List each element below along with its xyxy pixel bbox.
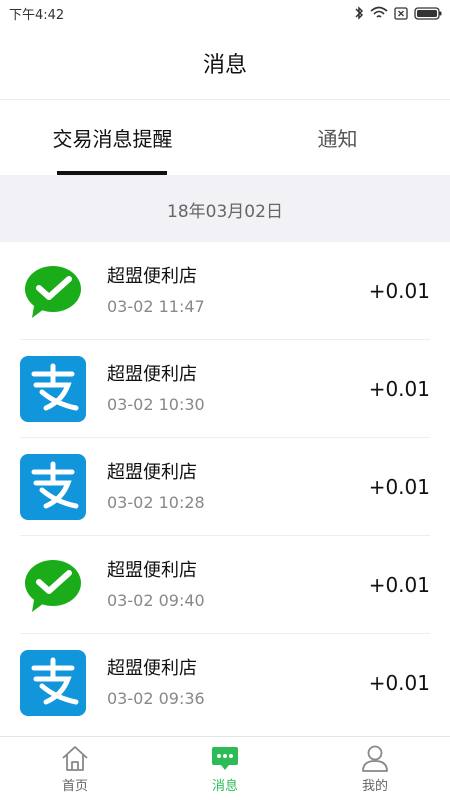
- transaction-row[interactable]: 超盟便利店 03-02 09:40 +0.01: [20, 536, 430, 634]
- transaction-row[interactable]: 超盟便利店 03-02 10:28 +0.01: [20, 438, 430, 536]
- alipay-icon: [20, 453, 86, 520]
- nav-profile[interactable]: 我的: [300, 737, 450, 800]
- merchant-name: 超盟便利店: [107, 658, 197, 679]
- page-title: 消息: [202, 52, 247, 78]
- alipay-icon: [20, 355, 86, 422]
- nav-home-label: 首页: [61, 779, 88, 794]
- message-icon: [212, 747, 238, 770]
- nav-messages-label: 消息: [211, 779, 238, 794]
- nav-home[interactable]: 首页: [0, 737, 150, 800]
- wechat-pay-icon: [20, 552, 86, 618]
- transaction-amount: +0.01: [368, 671, 430, 695]
- transaction-info: 超盟便利店 03-02 11:47: [107, 265, 361, 317]
- merchant-name: 超盟便利店: [107, 461, 197, 483]
- transaction-row[interactable]: 超盟便利店 03-02 09:36 +0.01: [20, 634, 430, 732]
- bluetooth-icon: [355, 6, 364, 20]
- tab-notifications[interactable]: 通知: [225, 100, 450, 175]
- alipay-icon: [20, 650, 86, 716]
- home-icon: [62, 746, 88, 771]
- transaction-info: 超盟便利店 03-02 09:40: [107, 559, 361, 611]
- transaction-amount: +0.01: [368, 474, 430, 499]
- transaction-amount: +0.01: [368, 376, 430, 401]
- wifi-icon: [370, 6, 388, 18]
- battery-icon: [414, 6, 442, 20]
- tab-transaction-messages[interactable]: 交易消息提醒: [0, 100, 225, 175]
- status-time: 下午4:42: [9, 7, 65, 23]
- status-bar: 下午4:42: [0, 0, 450, 26]
- transaction-info: 超盟便利店 03-02 09:36: [107, 657, 361, 709]
- transaction-time: 03-02 10:30: [107, 394, 205, 414]
- nav-profile-label: 我的: [361, 779, 388, 794]
- wechat-pay-icon: [20, 258, 86, 324]
- transaction-info: 超盟便利店 03-02 10:28: [107, 461, 361, 513]
- sim-icon: [394, 6, 408, 20]
- nav-messages[interactable]: 消息: [150, 737, 300, 800]
- transaction-row[interactable]: 超盟便利店 03-02 11:47 +0.01: [20, 242, 430, 340]
- tab-bar: 交易消息提醒 通知: [0, 100, 450, 176]
- transaction-time: 03-02 10:28: [107, 492, 205, 512]
- merchant-name: 超盟便利店: [107, 265, 197, 287]
- transaction-time: 03-02 09:40: [107, 590, 205, 610]
- user-icon: [362, 745, 388, 772]
- transaction-info: 超盟便利店 03-02 10:30: [107, 363, 361, 415]
- merchant-name: 超盟便利店: [107, 559, 197, 581]
- status-icons: [354, 6, 442, 20]
- transaction-amount: +0.01: [368, 278, 430, 303]
- transaction-row[interactable]: 超盟便利店 03-02 10:30 +0.01: [20, 340, 430, 438]
- date-header: 18年03月02日: [167, 201, 283, 222]
- bottom-nav: 首页 消息 我的: [0, 736, 450, 800]
- transaction-time: 03-02 09:36: [107, 689, 205, 708]
- transaction-amount: +0.01: [368, 572, 430, 597]
- transaction-list: 超盟便利店 03-02 11:47 +0.01 超盟便利店 03-02 10:3…: [0, 242, 450, 732]
- date-section: 18年03月02日: [0, 176, 450, 242]
- merchant-name: 超盟便利店: [107, 363, 197, 385]
- title-bar: 消息: [0, 26, 450, 100]
- transaction-time: 03-02 11:47: [107, 296, 205, 316]
